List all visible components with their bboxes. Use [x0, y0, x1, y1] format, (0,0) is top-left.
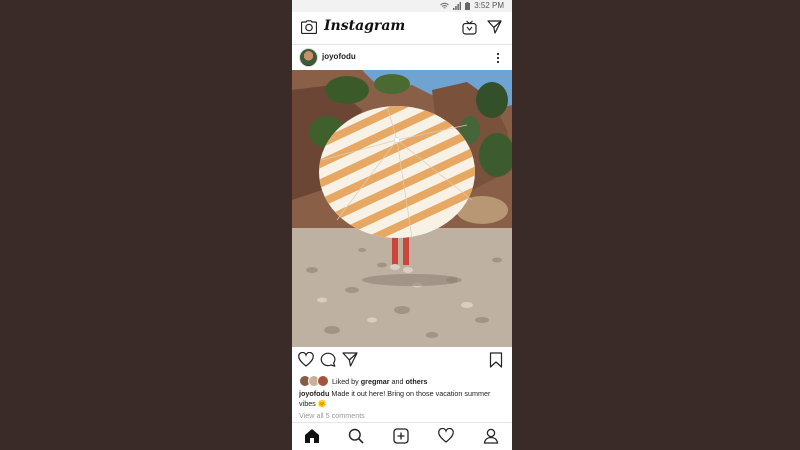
camera-icon[interactable]: [300, 20, 318, 39]
caption-username[interactable]: joyofodu: [299, 389, 329, 398]
heart-icon[interactable]: [298, 351, 314, 372]
activity-heart-icon[interactable]: [438, 427, 454, 448]
post-username[interactable]: joyofodu: [322, 52, 356, 61]
comment-icon[interactable]: [320, 352, 336, 372]
post-actions: [292, 350, 512, 372]
app-brand-logo: Instagram: [324, 18, 406, 34]
liked-by-text: Liked by gregmar and others: [332, 377, 428, 386]
liked-by-prefix: Liked by: [332, 376, 359, 386]
instagram-app-screen: 3:52 PM Instagram joyofodu Liked by greg…: [292, 0, 512, 450]
liked-by-and: and: [391, 376, 404, 386]
igtv-icon[interactable]: [462, 20, 477, 40]
liker-avatar: [317, 375, 329, 387]
status-time: 3:52 PM: [474, 1, 504, 10]
add-post-icon[interactable]: [393, 428, 409, 449]
profile-icon[interactable]: [483, 428, 499, 449]
liked-by-row[interactable]: Liked by gregmar and others: [299, 375, 428, 387]
post-caption: joyofodu Made it out here! Bring on thos…: [299, 389, 505, 409]
post-header: joyofodu: [292, 45, 512, 70]
home-icon[interactable]: [304, 428, 320, 449]
liked-by-user[interactable]: gregmar: [361, 377, 390, 386]
send-icon[interactable]: [487, 20, 502, 39]
liked-by-others[interactable]: others: [406, 377, 428, 386]
status-bar: 3:52 PM: [292, 0, 512, 12]
app-header: Instagram: [292, 12, 512, 45]
view-comments-link[interactable]: View all 5 comments: [299, 411, 365, 420]
share-icon[interactable]: [342, 352, 358, 372]
wifi-icon: [440, 2, 449, 10]
signal-icon: [453, 2, 462, 10]
more-options-icon[interactable]: [495, 51, 501, 69]
search-icon[interactable]: [348, 428, 364, 449]
bottom-nav: [292, 422, 512, 450]
battery-icon: [465, 2, 471, 10]
bookmark-icon[interactable]: [489, 352, 503, 373]
avatar[interactable]: [299, 48, 318, 67]
post-photo[interactable]: [292, 70, 512, 347]
